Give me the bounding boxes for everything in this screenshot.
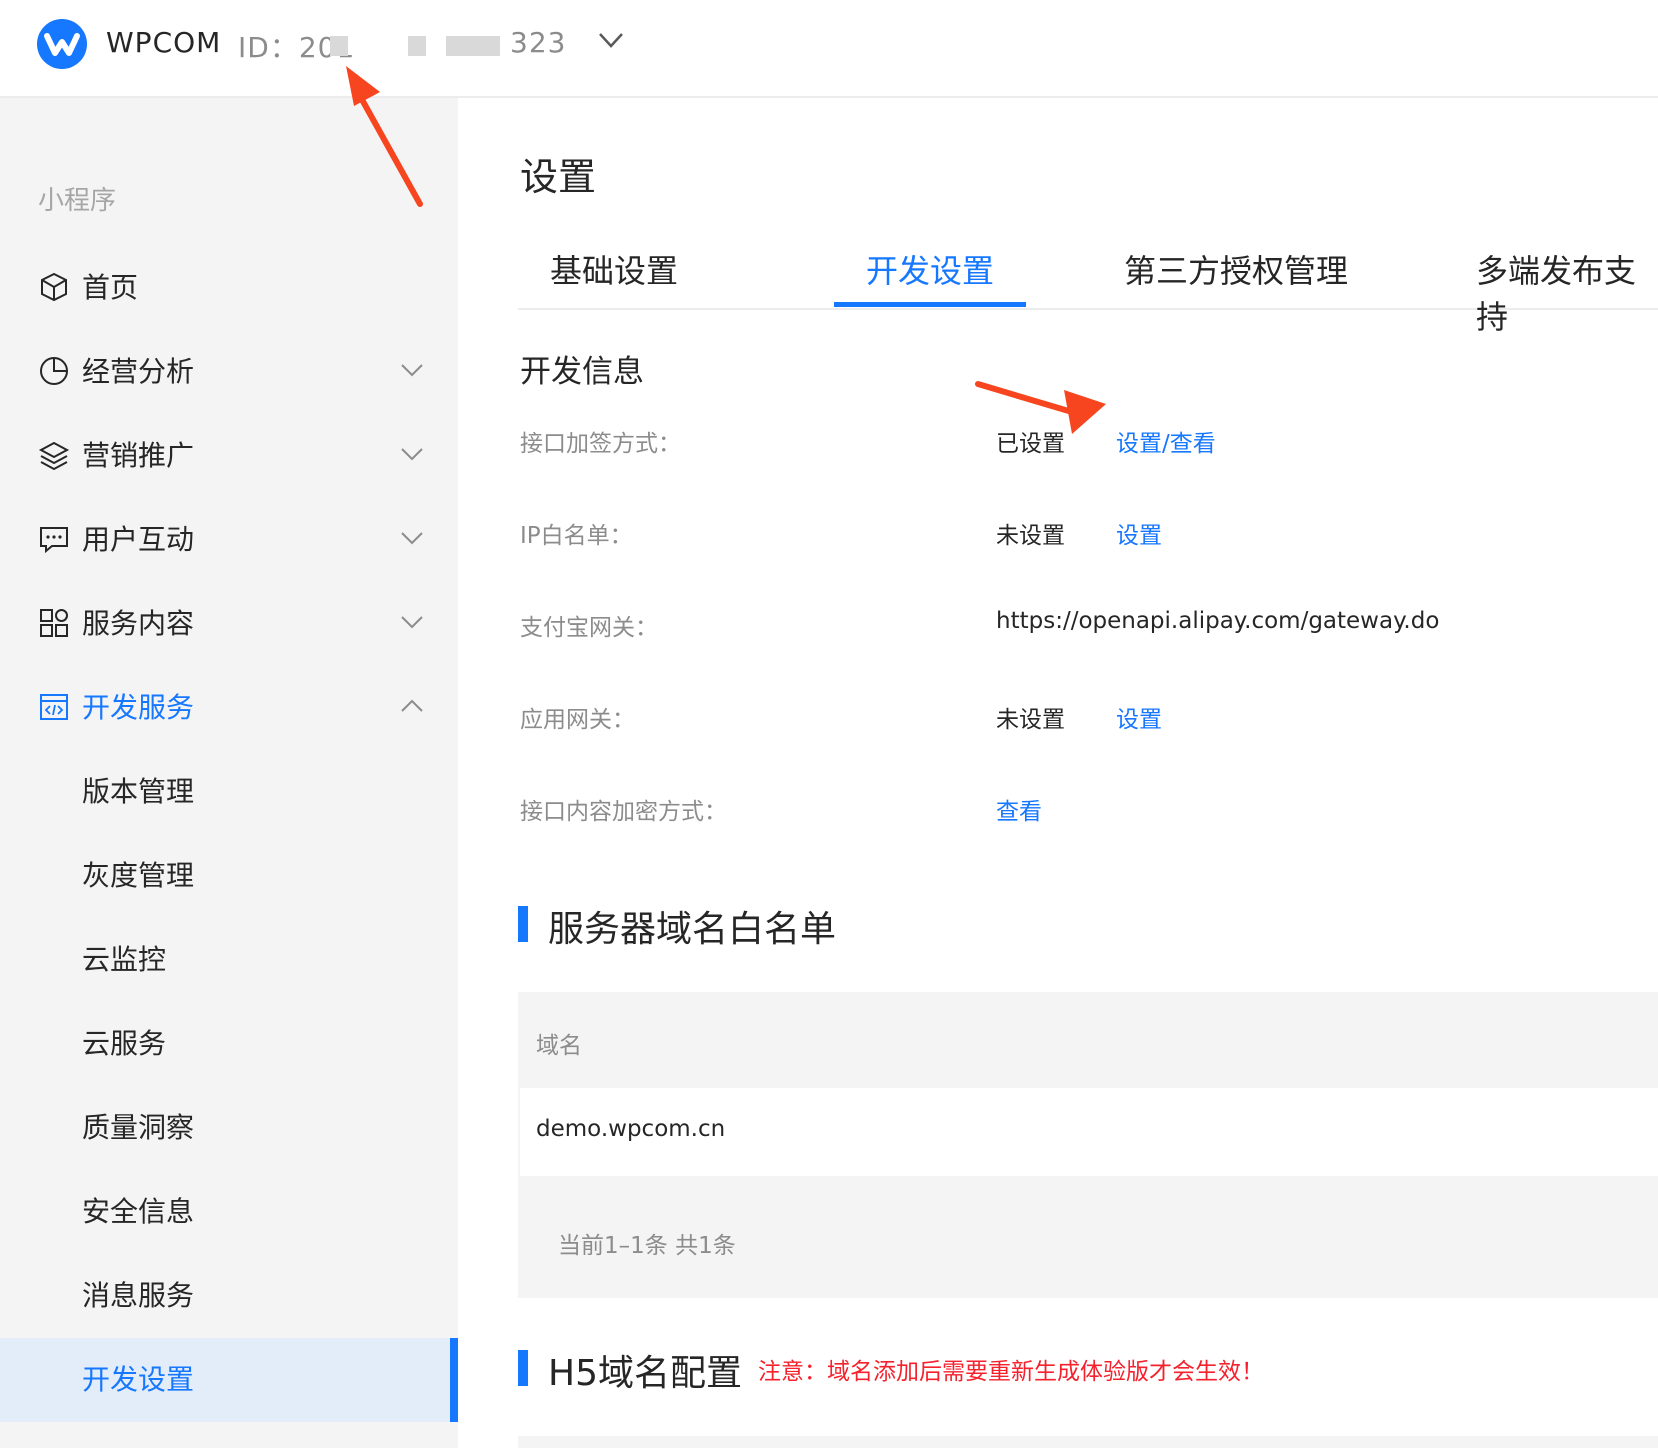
active-tab-indicator (834, 302, 1026, 307)
signing-method-link[interactable]: 设置/查看 (1116, 424, 1216, 458)
settings-tabs: 基础设置 开发设置 第三方授权管理 多端发布支持 (518, 228, 1658, 336)
sidebar-subitem-version[interactable]: 版本管理 (0, 750, 458, 834)
encryption-method-label: 接口内容加密方式： (520, 799, 727, 825)
main-content: 设置 基础设置 开发设置 第三方授权管理 多端发布支持 开发信息 接口加签方式：… (458, 98, 1658, 1448)
app-gateway-value: 未设置 (996, 707, 1065, 733)
redacted-id-block (446, 36, 500, 56)
pagination-summary: 当前1–1条 共1条 (558, 1233, 736, 1259)
sidebar-section-title: 小程序 (38, 186, 117, 216)
dev-info-heading: 开发信息 (520, 354, 644, 390)
sidebar-subitem-label: 云监控 (82, 943, 167, 976)
chevron-down-icon[interactable] (400, 362, 424, 378)
sidebar-subitem-label: 安全信息 (82, 1195, 195, 1228)
sidebar-item-label: 开发服务 (82, 691, 195, 724)
chevron-down-icon[interactable] (400, 614, 424, 630)
section-accent-bar (518, 1350, 528, 1386)
chevron-down-icon[interactable] (400, 530, 424, 546)
top-bar: WPCOM ID：201 323 (0, 0, 1658, 98)
sidebar-subitem-dev-settings[interactable]: 开发设置 (0, 1338, 458, 1422)
ip-whitelist-value: 未设置 (996, 523, 1065, 549)
sidebar-subitem-label: 质量洞察 (82, 1111, 195, 1144)
sidebar-subitem-messages[interactable]: 消息服务 (0, 1254, 458, 1338)
h5-domain-notice: 注意：域名添加后需要重新生成体验版才会生效！ (758, 1359, 1264, 1385)
sidebar-item-analytics[interactable]: 经营分析 (0, 330, 458, 414)
sidebar-subitem-label: 消息服务 (82, 1279, 195, 1312)
chevron-up-icon[interactable] (400, 698, 424, 714)
pie-chart-icon (40, 357, 68, 385)
brand-name: WPCOM (106, 26, 222, 59)
server-whitelist-title: 服务器域名白名单 (548, 909, 837, 950)
alipay-gateway-label: 支付宝网关： (520, 615, 658, 641)
page-title: 设置 (520, 155, 597, 199)
wpcom-logo-icon[interactable] (36, 18, 88, 70)
tab-dev-settings[interactable]: 开发设置 (866, 246, 994, 292)
domain-table: 域名 demo.wpcom.cn 当前1–1条 共1条 (518, 992, 1658, 1298)
ip-whitelist-link[interactable]: 设置 (1116, 516, 1162, 550)
ip-whitelist-label: IP白名单： (520, 523, 633, 549)
h5-domain-table (518, 1436, 1658, 1448)
sidebar-subitem-security[interactable]: 安全信息 (0, 1170, 458, 1254)
sidebar-subitem-label: 开发设置 (82, 1363, 195, 1396)
alipay-gateway-value: https://openapi.alipay.com/gateway.do (996, 608, 1440, 634)
app-gateway-label: 应用网关： (520, 707, 635, 733)
sidebar-item-user-interaction[interactable]: 用户互动 (0, 498, 458, 582)
sidebar-item-label: 用户互动 (82, 523, 195, 556)
sidebar-item-marketing[interactable]: 营销推广 (0, 414, 458, 498)
tab-third-party-auth[interactable]: 第三方授权管理 (1124, 246, 1348, 292)
h5-domain-title: H5域名配置 (548, 1353, 742, 1394)
sidebar-item-label: 服务内容 (82, 607, 195, 640)
annotation-arrow-icon (346, 66, 423, 207)
column-header-domain: 域名 (536, 1033, 582, 1059)
sidebar: 小程序 首页 经营分析 营销推广 用户互动 服务内容 开发服务 版本管理 灰度管… (0, 98, 458, 1448)
sidebar-item-label: 经营分析 (82, 355, 195, 388)
tab-basic-settings[interactable]: 基础设置 (550, 246, 678, 292)
sidebar-item-home[interactable]: 首页 (0, 246, 458, 330)
sidebar-subitem-label: 版本管理 (82, 775, 195, 808)
encryption-method-link[interactable]: 查看 (996, 792, 1042, 826)
signing-method-label: 接口加签方式： (520, 431, 681, 457)
app-gateway-link[interactable]: 设置 (1116, 700, 1162, 734)
layers-icon (38, 441, 70, 471)
apps-icon (40, 609, 68, 637)
sidebar-subitem-cloud-service[interactable]: 云服务 (0, 1002, 458, 1086)
sidebar-subitem-quality[interactable]: 质量洞察 (0, 1086, 458, 1170)
sidebar-item-label: 首页 (82, 271, 139, 304)
message-icon (40, 527, 68, 554)
cube-icon (41, 272, 67, 302)
table-row: demo.wpcom.cn (520, 1088, 1658, 1176)
section-accent-bar (518, 906, 528, 942)
sidebar-subitem-cloud-monitor[interactable]: 云监控 (0, 918, 458, 1002)
account-id-suffix[interactable]: 323 (510, 26, 566, 59)
sidebar-item-service-content[interactable]: 服务内容 (0, 582, 458, 666)
redacted-id-block (330, 36, 348, 56)
code-window-icon (40, 694, 68, 720)
sidebar-item-dev-services[interactable]: 开发服务 (0, 666, 458, 750)
sidebar-subitem-grayscale[interactable]: 灰度管理 (0, 834, 458, 918)
tab-multi-platform[interactable]: 多端发布支持 (1476, 246, 1658, 338)
annotation-arrow-icon (975, 381, 1106, 434)
sidebar-subitem-label: 云服务 (82, 1027, 167, 1060)
sidebar-subitem-label: 灰度管理 (82, 859, 195, 892)
sidebar-item-label: 营销推广 (82, 439, 195, 472)
chevron-down-icon[interactable] (400, 446, 424, 462)
redacted-id-block (408, 36, 426, 56)
table-cell-domain: demo.wpcom.cn (536, 1116, 726, 1142)
chevron-down-icon[interactable] (598, 30, 624, 50)
